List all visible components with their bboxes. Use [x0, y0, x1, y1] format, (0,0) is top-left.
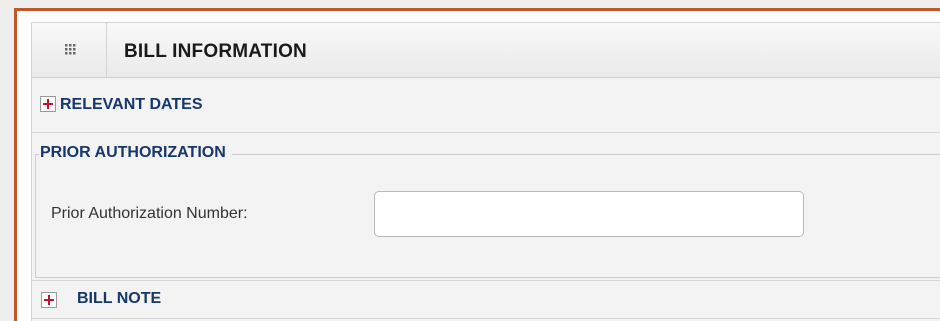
- expand-plus-icon[interactable]: [41, 292, 57, 308]
- panel-title: BILL INFORMATION: [124, 41, 307, 62]
- divider: [32, 280, 940, 281]
- bill-note-toggle[interactable]: BILL NOTE: [77, 290, 161, 308]
- prior-authorization-legend: PRIOR AUTHORIZATION: [39, 144, 232, 162]
- relevant-dates-toggle[interactable]: RELEVANT DATES: [60, 96, 203, 114]
- expand-plus-icon[interactable]: [40, 96, 56, 112]
- grid-icon[interactable]: [51, 40, 91, 62]
- prior-authorization-number-input[interactable]: [374, 191, 804, 237]
- bill-information-panel: BILL INFORMATION RELEVANT DATES PRIOR AU…: [31, 22, 940, 321]
- divider: [32, 132, 940, 133]
- prior-authorization-number-label: Prior Authorization Number:: [51, 205, 248, 222]
- prior-authorization-fieldset: PRIOR AUTHORIZATION Prior Authorization …: [35, 144, 940, 278]
- divider: [32, 318, 940, 319]
- panel-header: BILL INFORMATION: [32, 23, 940, 78]
- screenshot-frame: BILL INFORMATION RELEVANT DATES PRIOR AU…: [14, 8, 940, 321]
- header-divider: [106, 23, 107, 77]
